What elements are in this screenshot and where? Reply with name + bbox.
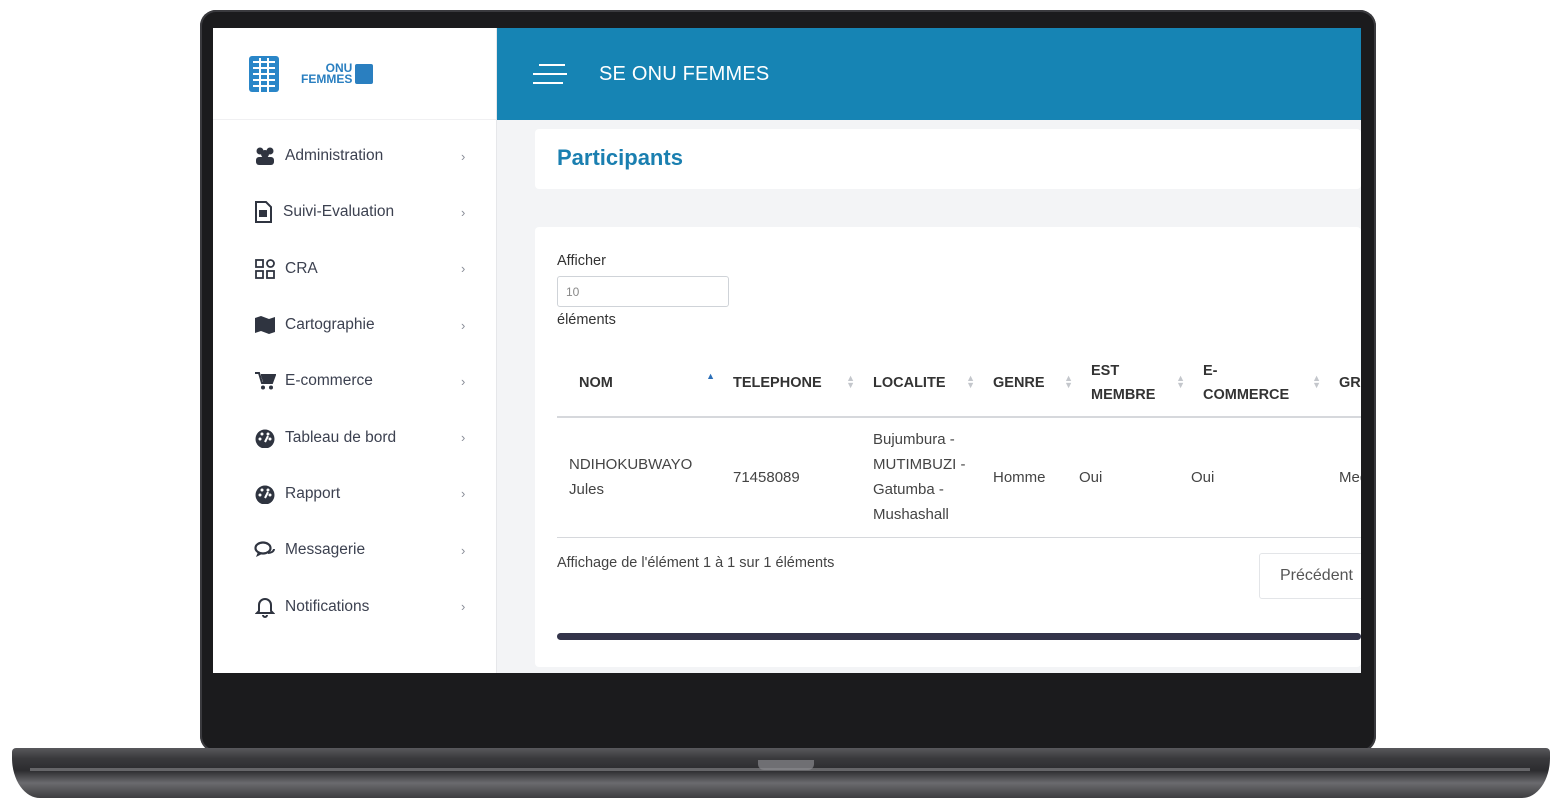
sidebar-item-label: Cartographie	[285, 316, 375, 334]
sidebar-item-suivi-evaluation[interactable]: Suivi-Evaluation ›	[213, 184, 496, 240]
users-icon	[253, 145, 277, 167]
brand-wordmark: ONU FEMMES	[301, 62, 374, 86]
sidebar-item-e-commerce[interactable]: E-commerce ›	[213, 353, 496, 409]
chevron-right-icon: ›	[461, 261, 466, 277]
column-header-e-commerce[interactable]: E-COMMERCE ▲ ▼	[1191, 349, 1327, 418]
sort-icon: ▲ ▼	[1312, 373, 1321, 390]
column-header-genre[interactable]: GENRE ▲ ▼	[981, 349, 1079, 418]
page-length-label: Afficher	[557, 253, 606, 269]
chevron-right-icon: ›	[461, 148, 466, 164]
chevron-right-icon: ›	[461, 373, 466, 389]
participants-card: Afficher éléments NOM ▲ TELEPHONE ▲▼ LOC…	[535, 227, 1361, 667]
sidebar-item-label: Tableau de bord	[285, 428, 397, 446]
cell-genre: Homme	[981, 417, 1079, 538]
top-bar: SE ONU FEMMES	[497, 28, 1361, 120]
cell-e-commerce: Oui	[1191, 417, 1327, 538]
chevron-right-icon: ›	[461, 317, 466, 333]
sort-icon: ▲ ▼	[966, 373, 975, 390]
laptop-base	[12, 748, 1550, 798]
sidebar-item-messagerie[interactable]: Messagerie ›	[213, 522, 496, 578]
horizontal-scrollbar[interactable]	[557, 633, 1361, 640]
sidebar-item-label: Notifications	[285, 597, 370, 615]
sidebar-item-rapport[interactable]: Rapport ›	[213, 466, 496, 522]
app-screen: ONU FEMMES Administration › Suivi-Evalua…	[213, 28, 1361, 673]
un-women-emblem-icon	[249, 55, 279, 92]
sidebar-item-administration[interactable]: Administration ›	[213, 128, 496, 184]
sidebar-item-cartographie[interactable]: Cartographie ›	[213, 297, 496, 353]
previous-page-button[interactable]: Précédent	[1259, 553, 1361, 599]
sidebar: ONU FEMMES Administration › Suivi-Evalua…	[213, 28, 497, 673]
cell-est-membre: Oui	[1079, 417, 1191, 538]
map-icon	[253, 314, 277, 336]
page-length-suffix: éléments	[557, 312, 616, 328]
cart-icon	[253, 370, 277, 392]
sidebar-item-label: Rapport	[285, 484, 341, 502]
chevron-right-icon: ›	[461, 204, 466, 220]
sidebar-item-label: E-commerce	[285, 372, 373, 390]
sidebar-item-notifications[interactable]: Notifications ›	[213, 578, 496, 634]
dashboard-icon	[253, 427, 277, 449]
chevron-right-icon: ›	[461, 542, 466, 558]
sort-icon: ▲ ▼	[846, 373, 855, 390]
dashboard-icon	[253, 483, 277, 505]
sidebar-item-cra[interactable]: CRA ›	[213, 241, 496, 297]
brand-text-bottom: FEMMES	[301, 71, 353, 86]
bell-icon	[253, 596, 277, 618]
sidebar-item-tableau-de-bord[interactable]: Tableau de bord ›	[213, 409, 496, 465]
grid-icon	[253, 258, 277, 280]
sidebar-item-label: Administration	[285, 147, 384, 165]
brand-logo[interactable]: ONU FEMMES	[213, 28, 496, 120]
sort-icon: ▲ ▼	[1176, 373, 1185, 390]
table-info: Affichage de l'élément 1 à 1 sur 1 éléme…	[557, 555, 835, 571]
laptop-highlight	[30, 768, 1530, 771]
table-header-row: NOM ▲ TELEPHONE ▲ ▼ LOCALITE ▲ ▼ GENRE ▲ ▼	[557, 349, 1361, 418]
page-header: Participants	[535, 129, 1361, 189]
sidebar-item-label: Messagerie	[285, 541, 366, 559]
participants-table: NOM ▲ TELEPHONE ▲ ▼ LOCALITE ▲ ▼ GENRE ▲ ▼	[557, 349, 1361, 538]
chevron-right-icon: ›	[461, 430, 466, 446]
sidebar-menu: Administration › Suivi-Evaluation › CRA …	[213, 120, 496, 635]
chat-icon	[253, 539, 277, 561]
column-header-est-membre[interactable]: EST MEMBRE ▲ ▼	[1079, 349, 1191, 418]
column-header-gr[interactable]: GR	[1327, 349, 1361, 418]
cell-telephone: 71458089	[721, 417, 861, 538]
column-header-nom[interactable]: NOM ▲	[557, 349, 721, 418]
sort-asc-icon: ▲	[706, 371, 715, 381]
table-row[interactable]: NDIHOKUBWAYO Jules 71458089 Bujumbura - …	[557, 417, 1361, 538]
sidebar-item-label: Suivi-Evaluation	[283, 203, 395, 221]
column-header-localite[interactable]: LOCALITE ▲ ▼	[861, 349, 981, 418]
hamburger-menu-icon[interactable]	[533, 62, 567, 86]
column-header-telephone[interactable]: TELEPHONE ▲ ▼	[721, 349, 861, 418]
chevron-right-icon: ›	[461, 599, 466, 615]
sort-icon: ▲ ▼	[1064, 373, 1073, 390]
chevron-right-icon: ›	[461, 486, 466, 502]
brand-square-icon	[355, 63, 374, 84]
cell-nom: NDIHOKUBWAYO Jules	[557, 417, 721, 538]
cell-gr: Med	[1327, 417, 1361, 538]
page-title: Participants	[557, 145, 683, 170]
page-length-input[interactable]	[557, 276, 729, 307]
document-icon	[251, 201, 275, 224]
cell-localite: Bujumbura - MUTIMBUZI - Gatumba - Mushas…	[861, 417, 981, 538]
app-title: SE ONU FEMMES	[599, 62, 770, 85]
sidebar-item-label: CRA	[285, 259, 318, 277]
